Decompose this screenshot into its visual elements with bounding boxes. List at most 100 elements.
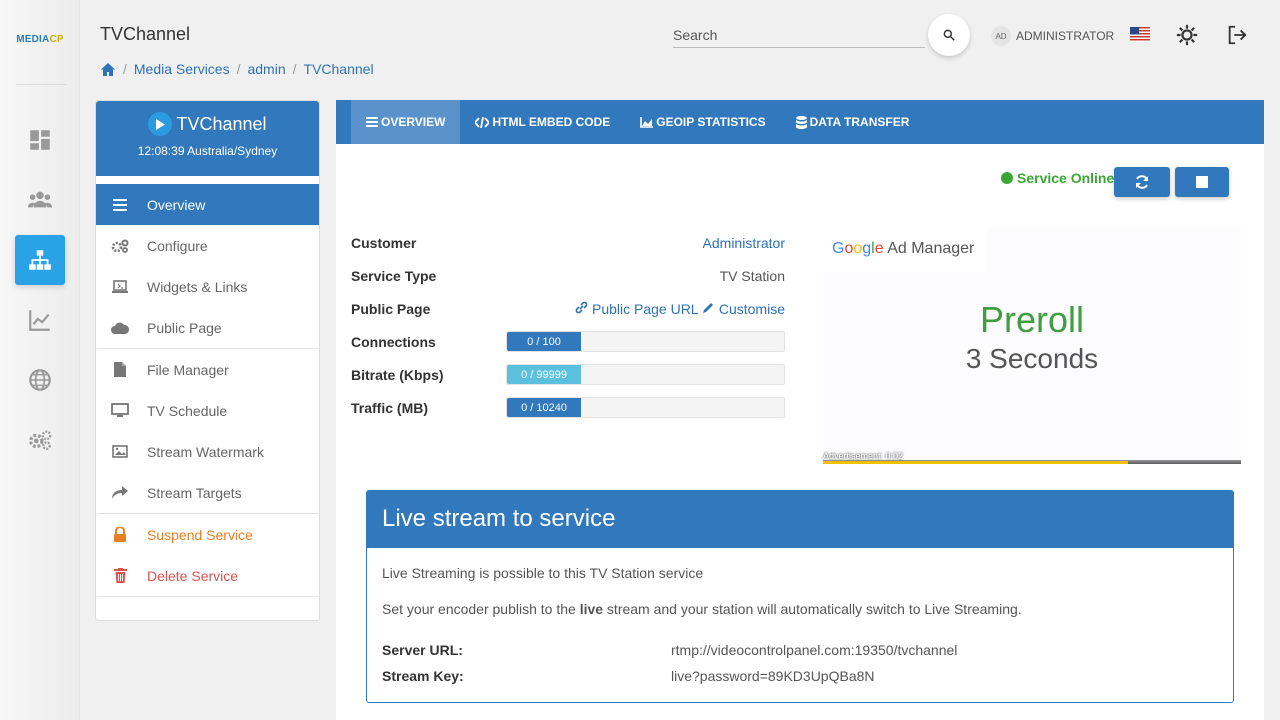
monitor-icon [110, 403, 130, 419]
server-url-label: Server URL: [382, 642, 463, 658]
menu-label: Configure [147, 237, 208, 254]
theme-toggle-icon[interactable] [1176, 24, 1198, 46]
link-icon [575, 301, 588, 313]
breadcrumb-media-services[interactable]: Media Services [134, 61, 230, 77]
online-dot-icon [1001, 172, 1013, 184]
customise-link[interactable]: Customise [702, 301, 785, 317]
stream-key-value[interactable]: live?password=89KD3UpQBa8N [671, 668, 875, 684]
rail-media-services[interactable] [15, 235, 65, 285]
brand-logo[interactable]: MEDIACP [0, 34, 80, 45]
bitrate-label: Bitrate (Kbps) [351, 366, 444, 383]
tab-html-embed-code[interactable]: HTML EMBED CODE [460, 100, 625, 144]
cogs-icon [29, 430, 52, 450]
rail-global[interactable] [15, 355, 65, 405]
ad-provider: Ad Manager [887, 240, 975, 257]
menu-configure[interactable]: Configure [96, 225, 319, 266]
pencil-icon [702, 302, 713, 313]
chart-icon [29, 310, 50, 331]
lock-icon [110, 527, 130, 543]
menu-tv-schedule[interactable]: TV Schedule [96, 390, 319, 431]
connections-row: Connections 0 / 100 [351, 325, 785, 358]
stop-button[interactable] [1175, 167, 1229, 197]
menu-label: Public Page [147, 319, 222, 336]
traffic-row: Traffic (MB) 0 / 10240 [351, 391, 785, 424]
menu-delete-service[interactable]: Delete Service [96, 555, 319, 596]
menu-label: Delete Service [147, 567, 239, 584]
menu-public-page[interactable]: Public Page [96, 307, 319, 348]
customer-link[interactable]: Administrator [703, 235, 785, 251]
logo-text: EDIA [24, 34, 50, 45]
status-text: Service Online [1017, 170, 1115, 186]
refresh-icon [1136, 175, 1148, 189]
breadcrumb: / Media Services / admin / TVChannel [100, 61, 374, 77]
user-name: ADMINISTRATOR [1016, 29, 1115, 43]
dashboard-icon [30, 130, 50, 150]
breadcrumb-admin[interactable]: admin [247, 61, 285, 77]
globe-icon [29, 369, 51, 391]
bitrate-value: 0 / 99999 [507, 365, 581, 384]
menu-file-manager[interactable]: File Manager [96, 349, 319, 390]
tab-overview[interactable]: OVERVIEW [351, 100, 461, 144]
server-url-value[interactable]: rtmp://videocontrolpanel.com:19350/tvcha… [671, 642, 957, 658]
tab-bar: OVERVIEW HTML EMBED CODE GEOIP STATISTIC… [336, 100, 1264, 144]
rail-users[interactable] [15, 175, 65, 225]
sitemap-icon [29, 250, 51, 270]
service-overview: Customer Administrator Service Type TV S… [351, 226, 785, 424]
search-icon [943, 29, 955, 41]
search-field[interactable] [673, 24, 925, 48]
service-name: TVChannel [176, 113, 267, 134]
service-header: TVChannel 12:08:39 Australia/Sydney [96, 101, 319, 176]
menu-label: TV Schedule [147, 402, 228, 419]
logout-icon[interactable] [1226, 24, 1248, 46]
menu-stream-watermark[interactable]: Stream Watermark [96, 431, 319, 472]
breadcrumb-tvchannel[interactable]: TVChannel [304, 61, 374, 77]
search-input[interactable] [673, 24, 925, 46]
tab-data-transfer[interactable]: DATA TRANSFER [781, 100, 925, 144]
main-panel: OVERVIEW HTML EMBED CODE GEOIP STATISTIC… [336, 100, 1264, 720]
service-time: 12:08:39 Australia/Sydney [137, 144, 278, 158]
tab-geoip-statistics[interactable]: GEOIP STATISTICS [625, 100, 780, 144]
traffic-bar: 0 / 10240 [506, 397, 785, 418]
menu-widgets-links[interactable]: Widgets & Links [96, 266, 319, 307]
service-type-value: TV Station [719, 267, 785, 284]
home-icon[interactable] [100, 62, 116, 77]
search-button[interactable] [928, 14, 970, 56]
ad-player[interactable]: Google Ad Manager Preroll 3 Seconds Adve… [823, 227, 1241, 464]
us-flag-icon[interactable] [1130, 27, 1150, 42]
menu-label: File Manager [147, 361, 229, 378]
menu-label: Widgets & Links [147, 278, 248, 295]
stream-key-label: Stream Key: [382, 668, 464, 684]
database-icon [795, 115, 807, 129]
ad-countdown: Advertisement: 0:02 [823, 451, 904, 461]
menu-suspend-service[interactable]: Suspend Service [96, 514, 319, 555]
rail-statistics[interactable] [15, 295, 65, 345]
restart-button[interactable] [1114, 167, 1170, 197]
live-stream-title: Live stream to service [367, 491, 1233, 548]
live-instruction: Set your encoder publish to the live str… [382, 601, 1218, 617]
left-rail: MEDIACP [0, 0, 80, 720]
ad-progress-fill [823, 461, 1129, 464]
stop-icon [1196, 176, 1208, 188]
ad-manager-logo: Google Ad Manager [823, 227, 986, 272]
menu-label: Stream Targets [147, 484, 242, 501]
service-menu: Overview Configure Widgets & Links Publi… [96, 184, 319, 597]
tab-label: OVERVIEW [381, 115, 446, 129]
traffic-value: 0 / 10240 [507, 398, 581, 417]
live-stream-body: Live Streaming is possible to this TV St… [367, 548, 1233, 706]
widgets-icon [110, 279, 130, 295]
rail-settings[interactable] [15, 415, 65, 465]
user-menu[interactable]: AD ADMINISTRATOR [991, 26, 1114, 46]
connections-value: 0 / 100 [507, 332, 581, 351]
customer-row: Customer Administrator [351, 226, 785, 259]
live-description: Live Streaming is possible to this TV St… [382, 565, 704, 581]
menu-label: Suspend Service [147, 526, 253, 543]
share-icon [110, 485, 130, 501]
ad-subtitle: 3 Seconds [965, 343, 1099, 374]
service-status: Service Online [1001, 170, 1114, 186]
menu-stream-targets[interactable]: Stream Targets [96, 472, 319, 513]
public-page-url-link[interactable]: Public Page URL [575, 301, 698, 317]
menu-overview[interactable]: Overview [96, 184, 319, 225]
public-page-row: Public Page Public Page URL Customise [351, 292, 785, 325]
server-url-row: Server URL: rtmp://videocontrolpanel.com… [382, 637, 1218, 663]
rail-dashboard[interactable] [15, 115, 65, 165]
